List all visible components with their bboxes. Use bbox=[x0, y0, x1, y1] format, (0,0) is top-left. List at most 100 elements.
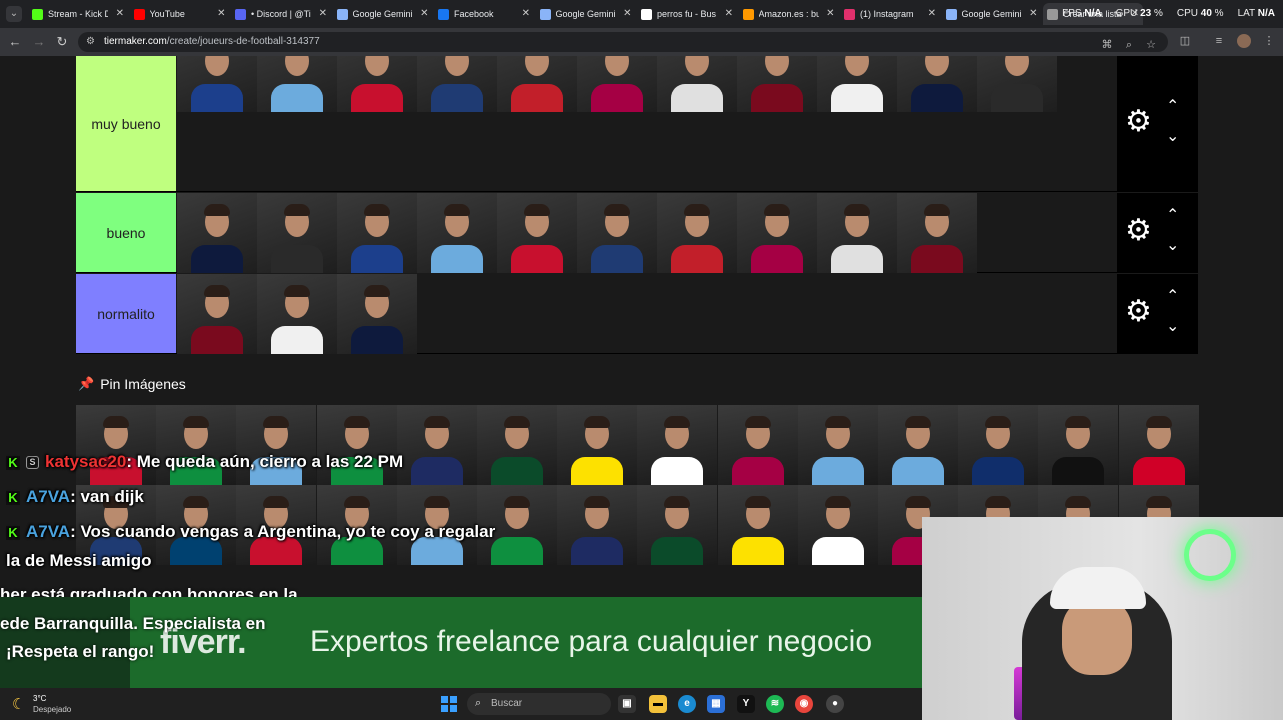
back-icon[interactable]: ← bbox=[7, 34, 23, 50]
menu-icon[interactable]: ⋮ bbox=[1262, 34, 1276, 48]
chevron-up-icon[interactable]: ⌃ bbox=[1166, 205, 1179, 225]
gear-icon[interactable]: ⚙ bbox=[1125, 294, 1152, 329]
player-card[interactable] bbox=[417, 193, 497, 273]
close-tab-icon[interactable]: ✕ bbox=[725, 8, 733, 19]
gear-icon[interactable]: ⚙ bbox=[1125, 104, 1152, 139]
pool-player-card[interactable] bbox=[477, 405, 557, 485]
player-card[interactable] bbox=[257, 56, 337, 112]
player-card[interactable] bbox=[737, 56, 817, 112]
edge-icon[interactable]: e bbox=[678, 695, 696, 713]
player-card[interactable] bbox=[177, 274, 257, 354]
pool-player-card[interactable] bbox=[1118, 405, 1199, 485]
pool-player-card[interactable] bbox=[717, 405, 798, 485]
tier-label[interactable]: normalito bbox=[76, 274, 176, 353]
close-tab-icon[interactable]: ✕ bbox=[319, 8, 327, 19]
player-card[interactable] bbox=[257, 274, 337, 354]
weather-description[interactable]: Despejado bbox=[33, 705, 71, 714]
file-explorer-icon[interactable]: ▬ bbox=[649, 695, 667, 713]
weather-temperature[interactable]: 3°C bbox=[33, 694, 46, 703]
pool-player-card[interactable] bbox=[1038, 405, 1119, 485]
chevron-down-icon[interactable]: ⌄ bbox=[1166, 126, 1179, 146]
translate-icon[interactable]: ⌘ bbox=[1100, 38, 1114, 52]
app-y-icon[interactable]: Y bbox=[737, 695, 755, 713]
store-icon[interactable]: ▦ bbox=[707, 695, 725, 713]
tab-1[interactable]: YouTube ✕ bbox=[130, 3, 230, 25]
player-card[interactable] bbox=[177, 193, 257, 273]
tab-2[interactable]: • Discord | @Ti ✕ bbox=[231, 3, 331, 25]
player-card[interactable] bbox=[337, 56, 417, 112]
close-tab-icon[interactable]: ✕ bbox=[522, 8, 530, 19]
tab-4[interactable]: Facebook ✕ bbox=[434, 3, 534, 25]
extensions-icon[interactable]: ◫ bbox=[1178, 34, 1192, 48]
pool-player-card[interactable] bbox=[76, 405, 156, 485]
player-card[interactable] bbox=[497, 193, 577, 273]
pool-player-card[interactable] bbox=[797, 485, 878, 565]
player-card[interactable] bbox=[577, 193, 657, 273]
pool-player-card[interactable] bbox=[316, 405, 397, 485]
tier-label[interactable]: bueno bbox=[76, 193, 176, 272]
pool-player-card[interactable] bbox=[637, 485, 718, 565]
reading-list-icon[interactable]: ≡ bbox=[1212, 34, 1226, 48]
chevron-down-icon[interactable]: ⌄ bbox=[1166, 316, 1179, 336]
tab-6[interactable]: perros fu - Bus ✕ bbox=[637, 3, 737, 25]
player-card[interactable] bbox=[897, 56, 977, 112]
chevron-up-icon[interactable]: ⌃ bbox=[1166, 96, 1179, 116]
pool-player-card[interactable] bbox=[878, 405, 958, 485]
obs-icon[interactable]: ● bbox=[826, 695, 844, 713]
player-card[interactable] bbox=[177, 56, 257, 112]
reload-icon[interactable]: ↻ bbox=[54, 34, 70, 50]
chrome-icon[interactable]: ◉ bbox=[795, 695, 813, 713]
tab-9[interactable]: Google Gemini ✕ bbox=[942, 3, 1042, 25]
pool-player-card[interactable] bbox=[396, 405, 477, 485]
close-tab-icon[interactable]: ✕ bbox=[420, 8, 428, 19]
player-card[interactable] bbox=[897, 193, 977, 273]
windows-start-icon[interactable] bbox=[441, 696, 457, 712]
tab-7[interactable]: Amazon.es : bu ✕ bbox=[739, 3, 839, 25]
bookmark-star-icon[interactable]: ☆ bbox=[1144, 38, 1158, 52]
player-card[interactable] bbox=[977, 56, 1057, 112]
player-card[interactable] bbox=[817, 56, 897, 112]
player-card[interactable] bbox=[337, 193, 417, 273]
zoom-icon[interactable]: ⌕ bbox=[1122, 38, 1136, 52]
player-card[interactable] bbox=[497, 56, 577, 112]
address-bar[interactable]: ⚙ tiermaker.com/create/joueurs-de-footba… bbox=[78, 32, 1168, 52]
close-tab-icon[interactable]: ✕ bbox=[928, 8, 936, 19]
pool-player-card[interactable] bbox=[557, 485, 638, 565]
close-tab-icon[interactable]: ✕ bbox=[116, 8, 124, 19]
taskbar-search-box[interactable]: ⌕ Buscar bbox=[467, 693, 611, 715]
close-tab-icon[interactable]: ✕ bbox=[1029, 8, 1037, 19]
tier-label[interactable]: muy bueno bbox=[76, 56, 176, 191]
player-card[interactable] bbox=[577, 56, 657, 112]
pool-player-card[interactable] bbox=[236, 405, 317, 485]
player-card[interactable] bbox=[737, 193, 817, 273]
moon-weather-icon[interactable]: ☾ bbox=[12, 695, 25, 713]
player-card[interactable] bbox=[257, 193, 337, 273]
gear-icon[interactable]: ⚙ bbox=[1125, 213, 1152, 248]
tab-5[interactable]: Google Gemini ✕ bbox=[536, 3, 636, 25]
pool-player-card[interactable] bbox=[156, 405, 237, 485]
pool-player-card[interactable] bbox=[797, 405, 878, 485]
player-card[interactable] bbox=[417, 56, 497, 112]
tab-3[interactable]: Google Gemini ✕ bbox=[333, 3, 433, 25]
tab-search-button[interactable]: ⌄ bbox=[6, 6, 22, 22]
close-tab-icon[interactable]: ✕ bbox=[217, 8, 225, 19]
chevron-down-icon[interactable]: ⌄ bbox=[1166, 235, 1179, 255]
player-card[interactable] bbox=[337, 274, 417, 354]
player-card[interactable] bbox=[657, 193, 737, 273]
close-tab-icon[interactable]: ✕ bbox=[826, 8, 834, 19]
task-view-icon[interactable]: ▣ bbox=[618, 695, 636, 713]
player-card[interactable] bbox=[657, 56, 737, 112]
ad-banner[interactable]: fiverr. Expertos freelance para cualquie… bbox=[0, 597, 922, 688]
profile-avatar[interactable] bbox=[1237, 34, 1251, 48]
player-card[interactable] bbox=[817, 193, 897, 273]
pool-player-card[interactable] bbox=[717, 485, 798, 565]
close-tab-icon[interactable]: ✕ bbox=[623, 8, 631, 19]
forward-icon[interactable]: → bbox=[31, 34, 47, 50]
pool-player-card[interactable] bbox=[958, 405, 1039, 485]
site-info-icon[interactable]: ⚙ bbox=[86, 36, 95, 47]
pool-player-card[interactable] bbox=[637, 405, 718, 485]
chevron-up-icon[interactable]: ⌃ bbox=[1166, 286, 1179, 306]
pool-player-card[interactable] bbox=[557, 405, 638, 485]
spotify-icon[interactable]: ≋ bbox=[766, 695, 784, 713]
tab-8[interactable]: (1) Instagram ✕ bbox=[840, 3, 940, 25]
